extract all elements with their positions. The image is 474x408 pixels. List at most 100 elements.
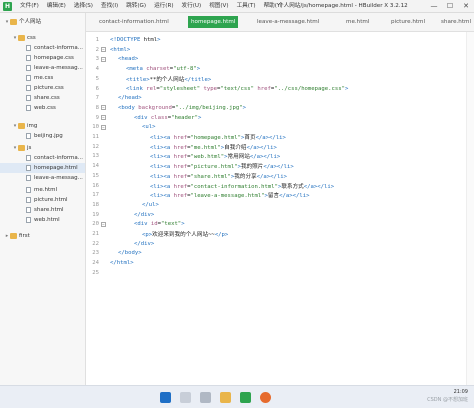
sidebar-file[interactable]: beijing.jpg: [0, 131, 85, 141]
code-text: <p>欢迎来到我的个人网站~~</p>: [142, 232, 229, 238]
windows-taskbar: 21:09 CSDN @不想加班: [0, 385, 474, 408]
sidebar-file[interactable]: picture.html: [0, 195, 85, 205]
fold-toggle-icon[interactable]: −: [101, 124, 106, 130]
menu-item[interactable]: 发行(U): [178, 0, 206, 13]
code-text: <title>**的个人网站</title>: [126, 76, 212, 83]
code-line[interactable]: 6 <link rel="stylesheet" type="text/css" …: [86, 84, 466, 94]
sidebar-folder[interactable]: ▾ css: [0, 33, 85, 43]
menu-item[interactable]: 跳转(G): [122, 0, 150, 13]
sidebar-file[interactable]: share.css: [0, 93, 85, 103]
sidebar-item-label: first: [19, 233, 30, 239]
sidebar-file[interactable]: web.css: [0, 103, 85, 113]
sidebar-folder[interactable]: ▾ js: [0, 143, 85, 153]
line-number: 24: [92, 260, 99, 267]
editor-tab[interactable]: contact-information.html: [96, 16, 172, 28]
menu-item[interactable]: 运行(R): [150, 0, 177, 13]
code-text: <li><a href="homepage.html">首页</a></li>: [150, 135, 286, 141]
code-line[interactable]: 1 <!DOCTYPE html>: [86, 35, 466, 45]
menu-item[interactable]: 查找(I): [97, 0, 122, 13]
line-number: 12: [92, 143, 99, 150]
menu-item[interactable]: 文件(F): [16, 0, 43, 13]
menu-item[interactable]: 工具(T): [233, 0, 260, 13]
code-line[interactable]: 17 <li><a href="leave-a-message.html">留言<…: [86, 190, 466, 200]
code-line[interactable]: 20− <div id="text">: [86, 219, 466, 229]
sidebar-file[interactable]: leave-a-messag...: [0, 173, 85, 183]
file-icon: [26, 75, 31, 81]
sidebar-folder[interactable]: ▸ first: [0, 231, 85, 241]
code-line[interactable]: 23 </body>: [86, 248, 466, 258]
title-bar: H 文件(F) 编辑(E) 选择(S) 查找(I) 跳转(G) 运行(R) 发行(U) 视图(…: [0, 0, 474, 13]
fold-toggle-icon[interactable]: −: [101, 47, 106, 53]
code-line[interactable]: 4 <meta charset="utf-8">: [86, 64, 466, 74]
sidebar-file[interactable]: picture.css: [0, 83, 85, 93]
code-editor[interactable]: 1 <!DOCTYPE html> 2− <html> 3− <head> 4 <meta c…: [86, 32, 474, 385]
hbuilder-taskbar-icon[interactable]: [240, 392, 251, 403]
code-line[interactable]: 16 <li><a href="contact-information.html"…: [86, 181, 466, 191]
code-line[interactable]: 25: [86, 268, 466, 278]
file-explorer-icon[interactable]: [220, 392, 231, 403]
sidebar-item-label: contact-informa...: [34, 45, 84, 51]
code-line[interactable]: 3− <head>: [86, 54, 466, 64]
menu-item[interactable]: 编辑(E): [43, 0, 70, 13]
fold-toggle-icon[interactable]: −: [101, 221, 106, 227]
code-line[interactable]: 19 </div>: [86, 210, 466, 220]
firefox-icon[interactable]: [260, 392, 271, 403]
code-line[interactable]: 22 </div>: [86, 239, 466, 249]
task-view-icon[interactable]: [200, 392, 211, 403]
sidebar-file[interactable]: share.html: [0, 205, 85, 215]
sidebar-folder[interactable]: ▾ 个人网站: [0, 17, 85, 27]
code-line[interactable]: 7 </head>: [86, 93, 466, 103]
code-line[interactable]: 2− <html>: [86, 45, 466, 55]
menu-item[interactable]: 选择(S): [70, 0, 97, 13]
editor-tab[interactable]: share.html: [438, 16, 474, 28]
code-line[interactable]: 18 </ul>: [86, 200, 466, 210]
line-number: 6: [95, 85, 99, 92]
code-line[interactable]: 14 <li><a href="picture.html">我的照片</a></l…: [86, 161, 466, 171]
code-line[interactable]: 8− <body background="../img/beijing.jpg">: [86, 103, 466, 113]
search-icon[interactable]: [180, 392, 191, 403]
editor-tab[interactable]: homepage.html: [188, 16, 239, 28]
line-number: 23: [92, 250, 99, 257]
editor-tab[interactable]: leave-a-message.html: [254, 16, 322, 28]
code-line[interactable]: 12 <li><a href="me.html">自我介绍</a></li>: [86, 142, 466, 152]
maximize-button[interactable]: ☐: [442, 0, 458, 13]
sidebar-item-label: homepage.css: [34, 55, 74, 61]
sidebar-file[interactable]: web.html: [0, 215, 85, 225]
minimize-button[interactable]: —: [426, 0, 442, 13]
code-text: <li><a href="leave-a-message.html">留言</a…: [150, 193, 310, 200]
sidebar-file[interactable]: leave-a-messag...: [0, 63, 85, 73]
sidebar-file[interactable]: homepage.css: [0, 53, 85, 63]
code-line[interactable]: 11 <li><a href="homepage.html">首页</a></li…: [86, 132, 466, 142]
fold-toggle-icon[interactable]: −: [101, 56, 106, 62]
sidebar-item-label: contact-informa...: [34, 155, 84, 161]
code-text: </body>: [118, 250, 142, 257]
code-line[interactable]: 21 <p>欢迎来到我的个人网站~~</p>: [86, 229, 466, 239]
editor-tab-bar: contact-information.html homepage.html lea…: [86, 13, 474, 32]
project-explorer: ▾ 个人网站 ▾ css contact-informa... homepage.css l…: [0, 13, 86, 385]
code-line[interactable]: 5 <title>**的个人网站</title>: [86, 74, 466, 84]
start-menu-icon[interactable]: [160, 392, 171, 403]
sidebar-file[interactable]: homepage.html: [0, 163, 85, 173]
code-text: </ul>: [142, 201, 159, 208]
sidebar-file[interactable]: me.css: [0, 73, 85, 83]
editor-tab[interactable]: picture.html: [388, 16, 428, 28]
sidebar-file[interactable]: contact-informa...: [0, 153, 85, 163]
sidebar-file[interactable]: contact-informa...: [0, 43, 85, 53]
fold-toggle-icon[interactable]: −: [101, 105, 106, 111]
code-line[interactable]: 9− <div class="header">: [86, 113, 466, 123]
editor-scrollbar[interactable]: [466, 32, 474, 385]
sidebar-file[interactable]: me.html: [0, 185, 85, 195]
line-number: 2: [95, 46, 99, 53]
menu-item[interactable]: 视图(V): [205, 0, 232, 13]
code-line[interactable]: 15 <li><a href="share.html">我的分享</a></li>: [86, 171, 466, 181]
file-icon: [26, 217, 31, 223]
code-line[interactable]: 13 <li><a href="web.html">常用网站</a></li>: [86, 151, 466, 161]
fold-toggle-icon[interactable]: −: [101, 115, 106, 121]
file-icon: [26, 45, 31, 51]
close-button[interactable]: ✕: [458, 0, 474, 13]
sidebar-folder[interactable]: ▾ img: [0, 121, 85, 131]
line-number: 7: [95, 95, 99, 102]
editor-tab[interactable]: me.html: [343, 16, 372, 28]
code-line[interactable]: 10− <ul>: [86, 122, 466, 132]
code-line[interactable]: 24 </html>: [86, 258, 466, 268]
